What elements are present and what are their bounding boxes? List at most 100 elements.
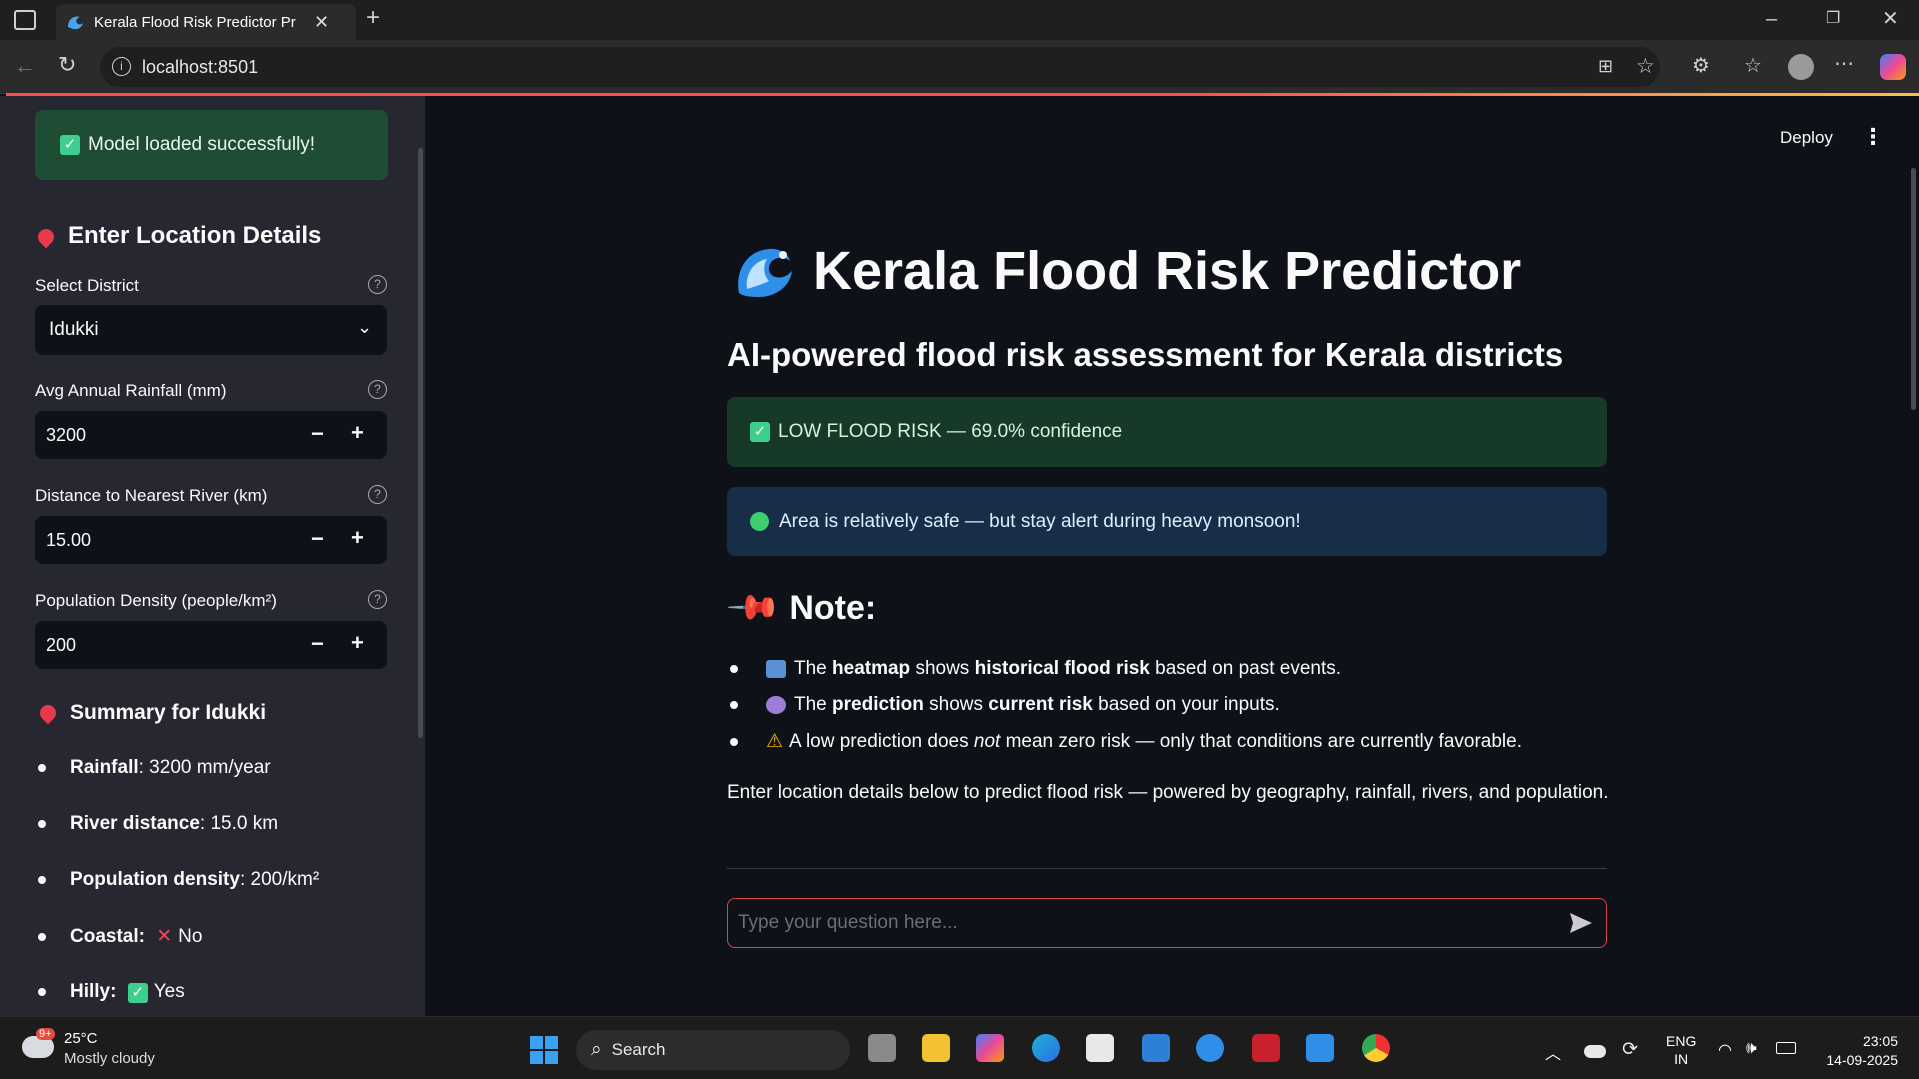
chrome-icon[interactable]	[1362, 1034, 1390, 1062]
chat-input-box[interactable]	[727, 898, 1607, 948]
divider	[727, 868, 1607, 869]
restore-icon[interactable]: ❐	[1826, 9, 1840, 29]
green-circle-icon	[750, 512, 769, 531]
chat-input[interactable]	[738, 911, 1538, 935]
decrement-button[interactable]: −	[311, 631, 324, 657]
summary-item-coastal: Coastal: ✕ No	[38, 925, 202, 948]
copilot-app-icon[interactable]	[976, 1034, 1004, 1062]
district-selected-value: Idukki	[49, 319, 99, 340]
intro-text: Enter location details below to predict …	[727, 782, 1609, 803]
help-icon[interactable]: ?	[368, 485, 387, 504]
more-options-icon[interactable]: ⋯	[1834, 54, 1854, 74]
start-icon[interactable]	[530, 1036, 558, 1064]
task-view-icon[interactable]	[868, 1034, 896, 1062]
check-icon: ✓	[750, 422, 770, 442]
sidebar-toggle-icon[interactable]	[14, 10, 36, 30]
summary-item-hilly: Hilly: ✓ Yes	[38, 981, 185, 1003]
vscode-icon[interactable]	[1306, 1034, 1334, 1062]
rainfall-value[interactable]: 3200	[46, 425, 86, 446]
pin-icon	[36, 702, 60, 725]
increment-button[interactable]: +	[351, 420, 364, 446]
check-icon: ✓	[60, 135, 80, 155]
deploy-button[interactable]: Deploy	[1780, 128, 1833, 148]
river-distance-input[interactable]: 15.00 − +	[35, 516, 387, 564]
model-loaded-text: Model loaded successfully!	[88, 134, 316, 155]
onedrive-icon[interactable]	[1584, 1045, 1606, 1058]
back-icon[interactable]: ←	[14, 55, 36, 77]
page-title: Kerala Flood Risk Predictor	[813, 241, 1522, 301]
summary-item-river-distance: River distance: 15.0 km	[38, 813, 278, 835]
help-icon[interactable]: ?	[368, 590, 387, 609]
favorites-icon[interactable]: ☆	[1744, 56, 1762, 76]
search-label: Search	[611, 1040, 666, 1059]
help-icon[interactable]: ?	[368, 275, 387, 294]
check-icon: ✓	[127, 983, 148, 1003]
weather-temp: 25°C	[64, 1030, 98, 1047]
browser-tab[interactable]: Kerala Flood Risk Predictor Pr ✕	[56, 4, 356, 40]
decrement-button[interactable]: −	[311, 526, 324, 552]
safety-info-alert: Area is relatively safe — but stay alert…	[727, 487, 1607, 556]
send-icon[interactable]	[1568, 911, 1594, 935]
wifi-icon[interactable]: ◠	[1718, 1040, 1732, 1060]
map-icon	[766, 659, 786, 678]
location-heading: Enter Location Details	[34, 222, 321, 250]
extensions-icon[interactable]: ⚙	[1692, 56, 1710, 76]
address-bar[interactable]: i localhost:8501 ⊞ ☆	[100, 47, 1660, 87]
favorite-star-icon[interactable]: ☆	[1636, 54, 1655, 79]
profile-avatar[interactable]	[1788, 54, 1814, 80]
close-tab-icon[interactable]: ✕	[314, 12, 329, 33]
decrement-button[interactable]: −	[311, 421, 324, 447]
language-indicator[interactable]: ENG IN	[1666, 1032, 1696, 1068]
cross-icon: ✕	[156, 926, 173, 947]
sidebar-scrollbar[interactable]	[418, 148, 423, 738]
district-select[interactable]: Idukki ⌄	[35, 305, 387, 355]
taskbar-search[interactable]: ⌕ Search	[576, 1030, 850, 1070]
mcafee-icon[interactable]	[1252, 1034, 1280, 1062]
main-menu-icon[interactable]: ⋮	[1862, 124, 1884, 150]
weather-widget[interactable]: 9+ 25°C Mostly cloudy	[22, 1028, 172, 1072]
immersive-reader-icon[interactable]: ⊞	[1598, 56, 1613, 77]
reload-icon[interactable]: ↻	[58, 54, 76, 76]
weather-badge: 9+	[36, 1028, 55, 1040]
browser-toolbar: ← ↻ i localhost:8501 ⊞ ☆ ⚙ ☆ ⋯	[0, 40, 1919, 94]
increment-button[interactable]: +	[351, 525, 364, 551]
help-icon[interactable]: ?	[368, 380, 387, 399]
rainfall-label: Avg Annual Rainfall (mm)	[35, 381, 227, 400]
summary-heading: Summary for Idukki	[36, 701, 266, 725]
note-item-prediction: The prediction shows current risk based …	[730, 694, 1280, 716]
district-label: Select District	[35, 276, 139, 295]
new-tab-icon[interactable]: +	[366, 6, 380, 30]
url-text: localhost:8501	[142, 56, 259, 77]
tab-title: Kerala Flood Risk Predictor Pr	[94, 13, 296, 31]
volume-icon[interactable]: 🕪	[1746, 1038, 1757, 1058]
minimize-icon[interactable]: –	[1766, 9, 1777, 29]
wave-icon	[738, 248, 792, 297]
warning-icon: ⚠	[766, 731, 784, 752]
file-explorer-icon[interactable]	[922, 1034, 950, 1062]
battery-icon[interactable]	[1776, 1042, 1796, 1054]
browser-tab-bar: Kerala Flood Risk Predictor Pr ✕ + – ❐ ✕	[0, 0, 1919, 40]
clock[interactable]: 23:05 14-09-2025	[1816, 1032, 1898, 1070]
show-hidden-icons[interactable]: ︿	[1545, 1040, 1561, 1064]
note-item-heatmap: The heatmap shows historical flood risk …	[730, 658, 1341, 680]
main-scrollbar[interactable]	[1911, 168, 1916, 410]
population-density-input[interactable]: 200 − +	[35, 621, 387, 669]
risk-result-text: LOW FLOOD RISK — 69.0% confidence	[778, 421, 1123, 442]
close-window-icon[interactable]: ✕	[1882, 9, 1899, 29]
site-info-icon[interactable]: i	[112, 57, 131, 76]
rainfall-input[interactable]: 3200 − +	[35, 411, 387, 459]
increment-button[interactable]: +	[351, 630, 364, 656]
edge-browser-icon[interactable]	[1032, 1034, 1060, 1062]
help-app-icon[interactable]	[1196, 1034, 1224, 1062]
sync-icon[interactable]: ⟳	[1622, 1038, 1638, 1061]
copilot-icon[interactable]	[1880, 54, 1906, 80]
river-distance-value[interactable]: 15.00	[46, 530, 91, 551]
store-icon[interactable]	[1086, 1034, 1114, 1062]
page-subtitle: AI-powered flood risk assessment for Ker…	[727, 336, 1564, 373]
mylenovo-icon[interactable]	[1142, 1034, 1170, 1062]
risk-result-alert: ✓ LOW FLOOD RISK — 69.0% confidence	[727, 397, 1607, 467]
pin-icon	[34, 225, 58, 248]
wave-favicon-icon	[68, 16, 83, 30]
population-density-value[interactable]: 200	[46, 635, 76, 656]
search-icon: ⌕	[591, 1039, 602, 1060]
